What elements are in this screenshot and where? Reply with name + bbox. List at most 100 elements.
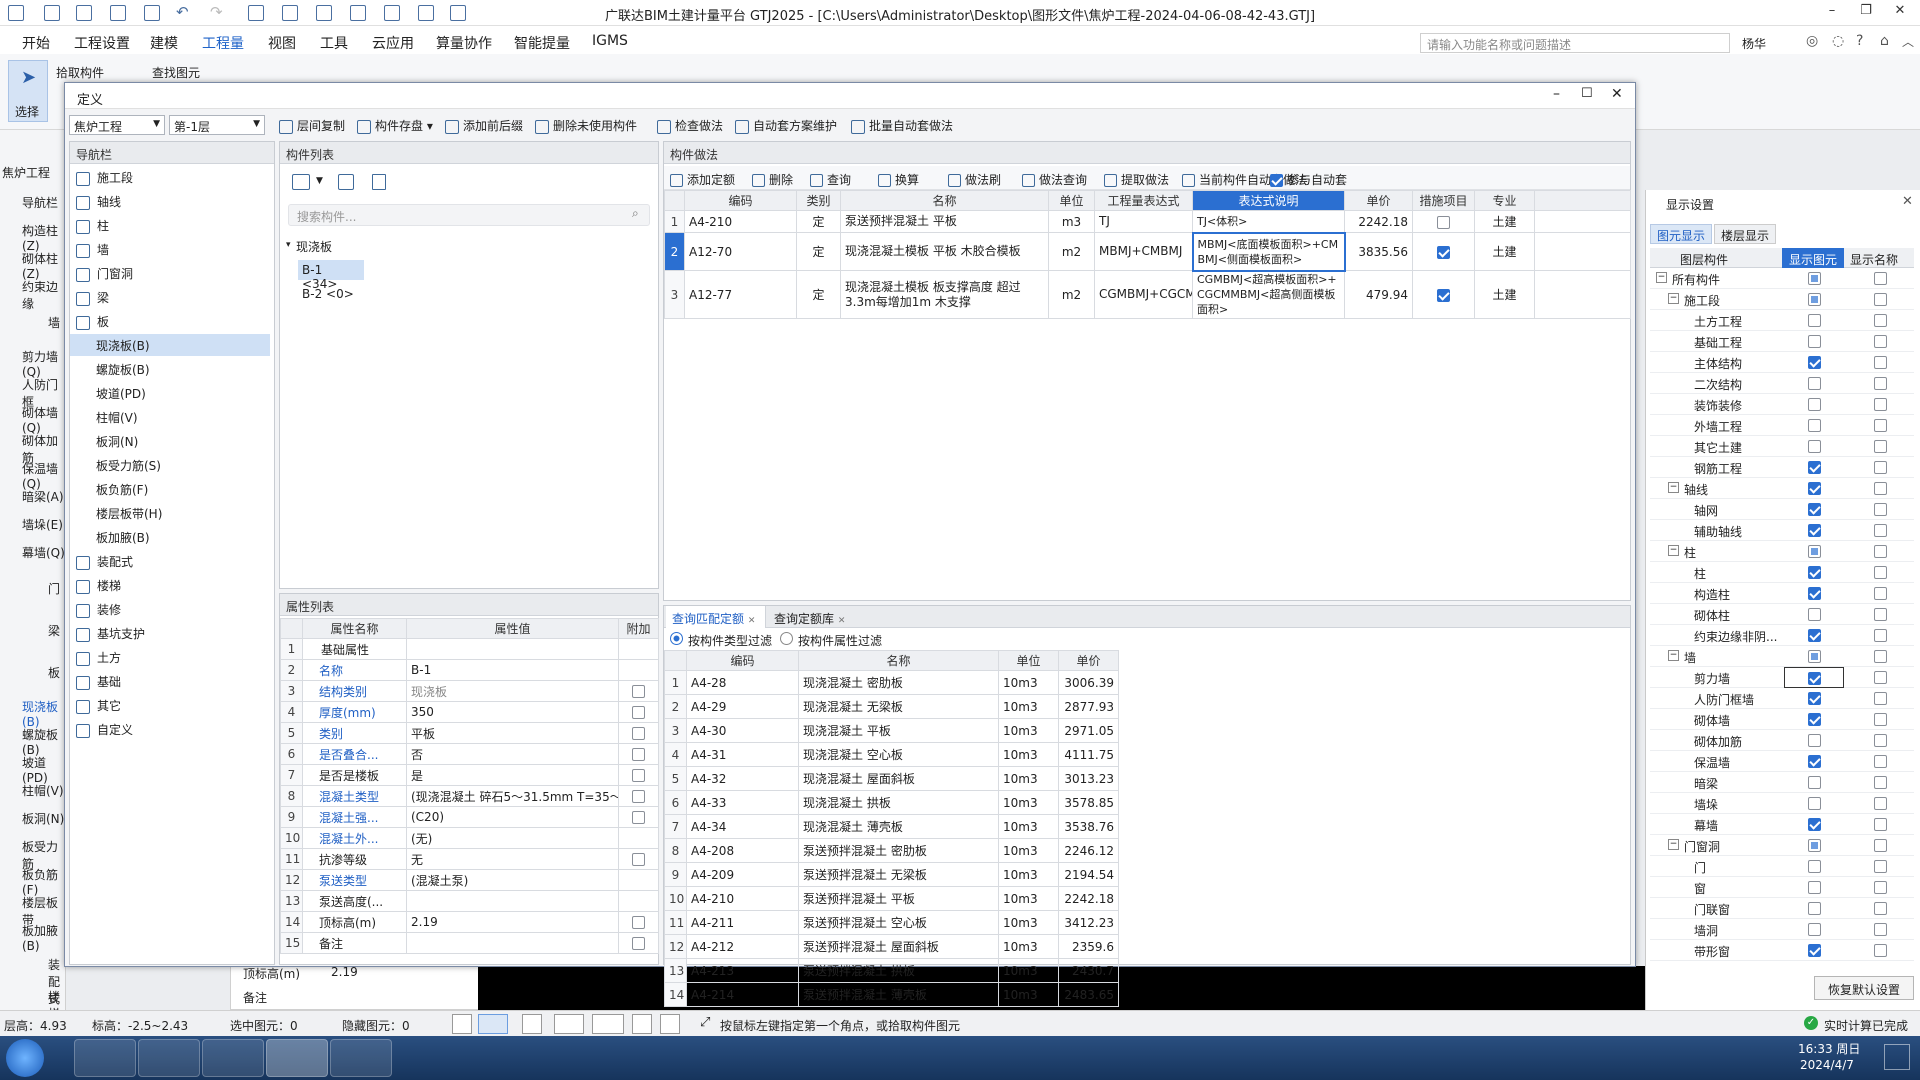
property-row[interactable]: 14 顶标高(m) 2.19 [280,911,659,933]
menu-tools[interactable]: 工具 [320,33,348,53]
show-element-checkbox[interactable] [1807,713,1821,726]
nav-subitem[interactable]: 柱帽(V) [96,406,278,428]
property-value[interactable]: 2.19 [406,911,619,933]
property-value[interactable] [406,638,619,660]
col-show-element[interactable]: 显示图元 [1782,248,1844,268]
show-element-checkbox[interactable] [1807,734,1821,747]
show-element-checkbox[interactable] [1807,818,1821,831]
measure-checkbox[interactable] [1437,215,1450,229]
dialog-close-icon[interactable]: ✕ [1611,86,1623,102]
property-row[interactable]: 4 厚度(mm) 350 [280,701,659,723]
display-row[interactable]: 带形窗 [1650,940,1914,961]
query-row[interactable]: 8 A4-208 泵送预拌混凝土 密肋板 10m3 2246.12 [664,838,1119,863]
show-name-checkbox[interactable] [1873,587,1887,600]
floor-select[interactable]: 第-1层 ▼ [169,115,265,135]
nav-item[interactable]: 板 [76,310,276,332]
start-button-icon[interactable] [6,1039,44,1077]
show-name-checkbox[interactable] [1873,377,1887,390]
extra-checkbox[interactable] [632,769,645,782]
shirt-icon[interactable]: ⌂ [1880,33,1889,49]
show-element-checkbox[interactable] [1807,272,1821,285]
magnet-icon[interactable] [632,1014,652,1034]
display-row[interactable]: − 所有构件 [1650,268,1914,289]
chevron-down-icon[interactable]: ▼ [316,176,323,186]
property-value[interactable]: (C20) [406,806,619,828]
display-row[interactable]: 砌体墙 [1650,709,1914,730]
measure-checkbox[interactable] [1437,245,1450,259]
tree-toggle-icon[interactable]: − [1668,650,1679,661]
display-row[interactable]: 窗 [1650,877,1914,898]
method-code[interactable]: A12-70 [684,232,797,271]
show-name-checkbox[interactable] [1873,860,1887,873]
new-component-icon[interactable] [292,174,310,190]
nav-item[interactable]: 其它 [76,694,276,716]
show-name-checkbox[interactable] [1873,545,1887,558]
filter-by-attr-radio[interactable] [780,632,793,645]
collapse-ribbon-icon[interactable]: ︿ [1902,33,1914,50]
menu-modeling[interactable]: 建模 [150,33,178,53]
show-element-checkbox[interactable] [1807,587,1821,600]
copy-component-icon[interactable] [338,174,354,190]
show-name-checkbox[interactable] [1873,713,1887,726]
participate-auto-checkbox[interactable]: 参与自动套 [1270,171,1347,188]
property-row[interactable]: 8混凝土类型(现浇混凝土 碎石5～31.5mm T=35～50mm) [280,785,659,807]
nav-item[interactable]: 装修 [76,598,276,620]
delete-button[interactable]: 删除 [752,171,793,188]
nav-subitem[interactable]: 板加腋(B) [96,526,278,548]
display-row[interactable]: 装饰装修 [1650,394,1914,415]
show-element-checkbox[interactable] [1807,293,1821,306]
property-value[interactable]: 否 [406,743,619,765]
nav-subitem[interactable]: 板负筋(F) [96,478,278,500]
bg-item[interactable]: 砌体柱(Z) [22,250,65,281]
show-element-checkbox[interactable] [1807,314,1821,327]
show-name-checkbox[interactable] [1873,356,1887,369]
nav-subitem[interactable]: 螺旋板(B) [96,358,278,380]
copy-between-floors-button[interactable]: 层间复制 [279,117,345,134]
display-row[interactable]: 砌体柱 [1650,604,1914,625]
show-name-checkbox[interactable] [1873,461,1887,474]
extra-checkbox[interactable] [632,748,645,761]
component-search-input[interactable]: 搜索构件... [288,204,650,226]
bg-item[interactable]: 板 [48,664,60,681]
convert-button[interactable]: 换算 [878,171,919,188]
property-value[interactable]: 350 [406,701,619,723]
extra-checkbox[interactable] [632,853,645,866]
method-row[interactable]: 2 A12-70 定现浇混凝土模板 平板 木胶合模板 m2 MBMJ+CMBMJ MBMJ… [664,231,1631,272]
extra-checkbox[interactable] [632,727,645,740]
show-name-checkbox[interactable] [1873,650,1887,663]
taskbar-app-4[interactable] [266,1039,328,1077]
show-desktop-icon[interactable] [1884,1044,1910,1070]
property-value[interactable] [406,890,619,912]
method-code[interactable]: A4-210 [684,210,797,233]
show-element-checkbox[interactable] [1807,398,1821,411]
component-entry-b1[interactable]: B-1 <34> [298,260,364,291]
display-row[interactable]: 保温墙 [1650,751,1914,772]
display-row[interactable]: − 轴线 [1650,478,1914,499]
show-element-checkbox[interactable] [1807,860,1821,873]
property-row[interactable]: 2 名称 B-1 [280,659,659,681]
display-row[interactable]: 约束边缘非阴... [1650,625,1914,646]
show-element-checkbox[interactable] [1807,545,1821,558]
method-expr[interactable]: TJ [1094,210,1193,233]
add-prefix-suffix-button[interactable]: 添加前后缀 [445,117,523,134]
save-component-button[interactable]: 构件存盘 ▾ [357,117,433,134]
dialog-minimize-icon[interactable]: – [1553,86,1560,102]
display-row[interactable]: 暗梁 [1650,772,1914,793]
display-row[interactable]: − 墙 [1650,646,1914,667]
show-element-checkbox[interactable] [1807,524,1821,537]
add-quota-button[interactable]: 添加定额 [670,171,735,188]
nav-item[interactable]: 墙 [76,238,276,260]
query-row[interactable]: 9 A4-209 泵送预拌混凝土 无梁板 10m3 2194.54 [664,862,1119,887]
property-row[interactable]: 10 混凝土外... (无) [280,827,659,849]
property-value[interactable]: 现浇板 [406,680,619,702]
show-element-checkbox[interactable] [1807,566,1821,579]
bg-item[interactable]: 砌体墙(Q) [22,404,65,435]
show-name-checkbox[interactable] [1873,482,1887,495]
tree-toggle-icon[interactable]: − [1668,545,1679,556]
extra-checkbox[interactable] [632,811,645,824]
property-value[interactable]: (混凝土泵) [406,869,619,891]
tree-toggle-icon[interactable]: − [1668,839,1679,850]
tab-query-library[interactable]: 查询定额库 ✕ [768,606,858,628]
show-element-checkbox[interactable] [1807,482,1821,495]
taskbar-app-2[interactable] [138,1039,200,1077]
